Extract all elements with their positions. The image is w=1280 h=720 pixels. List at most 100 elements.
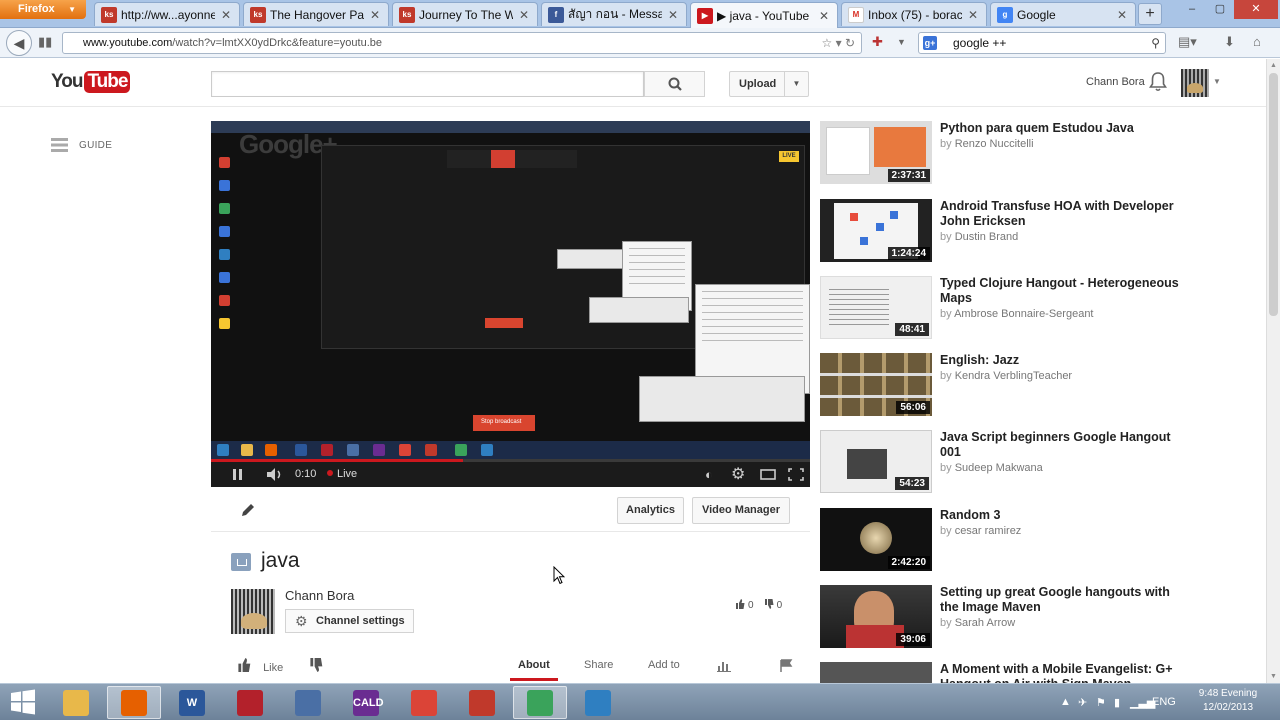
channel-avatar[interactable] [231,589,275,634]
video-frame[interactable]: Google+ LIVE Stop broadcast [211,121,810,459]
video-title[interactable]: A Moment with a Mobile Evangelist: G+ Ha… [940,662,1185,683]
video-title[interactable]: English: Jazz [940,353,1185,368]
upload-button[interactable]: Upload ▼ [729,71,809,97]
power-icon[interactable]: ▮ [1114,696,1120,709]
close-icon[interactable]: ✕ [966,8,980,22]
dislike-button[interactable] [309,658,326,674]
video-title[interactable]: Python para quem Estudou Java [940,121,1185,136]
video-player[interactable]: Google+ LIVE Stop broadcast 0:10 Live ◐ … [211,121,810,487]
close-icon[interactable]: ✕ [666,8,680,22]
action-center-flag-icon[interactable]: ⚑ [1096,696,1106,709]
related-video-item[interactable]: 2:42:20 Random 3 by cesar ramirez [820,508,1260,572]
url-dropdown-icon[interactable]: ▾ [836,36,842,50]
scrollbar-thumb[interactable] [1269,73,1278,316]
taskbar-app-2[interactable]: W [165,686,219,719]
minimize-button[interactable]: – [1178,0,1206,19]
reload-icon[interactable]: ↻ [845,36,855,50]
close-icon[interactable]: ✕ [517,8,531,22]
taskbar-app-4[interactable] [281,686,335,719]
search-engine-icon[interactable]: g+ [923,36,937,50]
related-video-item[interactable]: 54:23 Java Script beginners Google Hango… [820,430,1260,494]
input-language[interactable]: ENG [1152,696,1176,708]
back-button[interactable]: ◀ [6,30,32,56]
video-thumbnail[interactable]: 56:06 [820,353,932,416]
taskbar-app-9[interactable] [571,686,625,719]
addon-icon[interactable]: ✚ [872,34,883,50]
browser-tab-1[interactable]: ks The Hangover Part I... ✕ [243,2,389,26]
video-manager-button[interactable]: Video Manager [692,497,790,524]
scroll-down-icon[interactable]: ▼ [1270,673,1277,680]
edit-pencil-icon[interactable] [240,502,256,518]
fullscreen-icon[interactable] [787,466,805,483]
firefox-menu-button[interactable]: Firefox ▼ [0,0,86,19]
video-title[interactable]: Android Transfuse HOA with Developer Joh… [940,199,1185,229]
video-thumbnail[interactable]: 2:37:31 [820,121,932,184]
tray-app-icon[interactable]: ✈ [1078,696,1087,709]
taskbar-app-3[interactable] [223,686,277,719]
related-video-item[interactable]: 2:37:31 Python para quem Estudou Java by… [820,121,1260,185]
tab-about[interactable]: About [510,659,558,681]
report-flag-icon[interactable] [779,659,793,672]
guide-button[interactable]: GUIDE [51,138,112,152]
annotations-icon[interactable]: ◐ [705,467,713,484]
stats-icon[interactable] [717,659,731,672]
browser-tab-0[interactable]: ks http://ww...ayonnews ✕ [94,2,240,26]
scroll-up-icon[interactable]: ▲ [1270,62,1277,69]
tab-add-to[interactable]: Add to [648,659,680,671]
live-indicator[interactable]: Live [327,468,357,480]
taskbar-clock[interactable]: 9:48 Evening 12/02/2013 [1193,687,1263,715]
gear-icon[interactable]: ⚙ [731,464,745,483]
related-video-item[interactable]: 48:41 Typed Clojure Hangout - Heterogene… [820,276,1260,340]
taskbar-app-7[interactable] [455,686,509,719]
tab-share[interactable]: Share [584,659,613,671]
video-thumbnail[interactable]: 1:24:24 [820,199,932,262]
youtube-search-button[interactable] [644,71,705,97]
search-icon[interactable]: ⚲ [1151,33,1160,53]
home-icon[interactable]: ⌂ [1253,34,1261,49]
video-title[interactable]: Java Script beginners Google Hangout 001 [940,430,1185,460]
bookmarks-icon[interactable]: ▤▾ [1178,34,1197,50]
chevron-down-icon[interactable]: ▼ [784,72,808,96]
account-name[interactable]: Chann Bora [1086,76,1145,88]
related-video-item[interactable]: 1:24:24 Android Transfuse HOA with Devel… [820,199,1260,263]
video-thumbnail[interactable]: 54:23 [820,430,932,493]
close-icon[interactable]: ✕ [817,9,831,23]
windows-start-icon[interactable] [9,689,37,715]
downloads-icon[interactable]: ⬇ [1224,34,1235,50]
theater-mode-icon[interactable] [759,466,777,483]
page-scrollbar[interactable]: ▲ ▼ [1266,59,1280,683]
like-button[interactable]: Like [237,658,283,674]
browser-tab-2[interactable]: ks Journey To The Wes... ✕ [392,2,538,26]
chevron-down-icon[interactable]: ▼ [1213,77,1221,86]
taskbar-app-5[interactable]: CALD [339,686,393,719]
taskbar-app-6[interactable] [397,686,451,719]
browser-tab-5[interactable]: M Inbox (75) - boracha... ✕ [841,2,987,26]
video-thumbnail[interactable]: 48:41 [820,276,932,339]
video-title[interactable]: Setting up great Google hangouts with th… [940,585,1185,615]
video-thumbnail[interactable] [820,662,932,683]
video-title[interactable]: Typed Clojure Hangout - Heterogeneous Ma… [940,276,1185,306]
browser-tab-6[interactable]: g Google ✕ [990,2,1136,26]
related-video-item[interactable]: A Moment with a Mobile Evangelist: G+ Ha… [820,662,1260,683]
video-thumbnail[interactable]: 39:06 [820,585,932,648]
browser-tab-3[interactable]: f สัญา กอน - Messages ✕ [541,2,687,26]
youtube-search-input[interactable] [211,71,644,97]
video-thumbnail[interactable]: 2:42:20 [820,508,932,571]
close-icon[interactable]: ✕ [368,8,382,22]
channel-settings-button[interactable]: ⚙ Channel settings [285,609,414,633]
notifications-bell-icon[interactable] [1149,71,1167,93]
addon-dropdown-icon[interactable]: ▼ [897,37,906,47]
taskbar-app-0[interactable] [49,686,103,719]
star-bookmark-icon[interactable]: ☆ [821,36,832,50]
video-title[interactable]: Random 3 [940,508,1185,523]
new-tab-button[interactable]: + [1138,3,1162,25]
related-video-item[interactable]: 39:06 Setting up great Google hangouts w… [820,585,1260,649]
url-bar[interactable]: www.youtube.com/watch?v=lmtXX0ydDrkc&fea… [62,32,862,54]
page-identity-icon[interactable]: ▮▮ [38,34,52,50]
tray-expand-icon[interactable]: ▲ [1060,696,1071,708]
channel-name[interactable]: Chann Bora [285,588,354,603]
window-close-button[interactable]: ✕ [1234,0,1278,19]
volume-icon[interactable] [265,466,285,483]
pause-icon[interactable] [231,466,245,483]
related-video-item[interactable]: 56:06 English: Jazz by Kendra VerblingTe… [820,353,1260,417]
